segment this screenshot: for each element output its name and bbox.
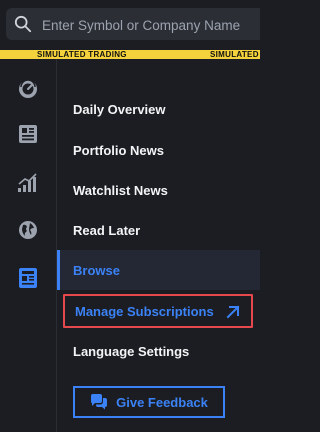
news-menu: Daily Overview Portfolio News Watchlist … [57, 59, 260, 432]
simulated-trading-banner: SIMULATED TRADING SIMULATED [0, 50, 260, 59]
menu-item-read-later[interactable]: Read Later [57, 212, 260, 248]
menu-item-label: Browse [73, 262, 120, 278]
search-icon [14, 15, 32, 33]
newspaper-icon[interactable] [16, 266, 40, 290]
menu-item-label: Manage Subscriptions [75, 303, 214, 319]
menu-item-portfolio-news[interactable]: Portfolio News [57, 132, 260, 168]
search-input[interactable] [40, 8, 264, 42]
menu-item-label: Watchlist News [73, 182, 168, 198]
menu-item-manage-subscriptions[interactable]: Manage Subscriptions [63, 294, 253, 328]
menu-item-label: Read Later [73, 222, 141, 238]
menu-item-label: Daily Overview [73, 101, 166, 117]
globe-icon[interactable] [16, 218, 40, 242]
search-box[interactable] [6, 8, 264, 42]
give-feedback-label: Give Feedback [116, 394, 208, 410]
menu-item-label: Portfolio News [73, 142, 165, 158]
search-bar [0, 0, 264, 46]
external-link-arrow-icon [226, 305, 240, 319]
left-nav-rail [0, 59, 57, 432]
news-card-icon[interactable] [16, 122, 40, 146]
menu-item-browse[interactable]: Browse [57, 250, 260, 290]
menu-item-label: Language Settings [73, 343, 190, 359]
menu-item-language-settings[interactable]: Language Settings [57, 333, 260, 369]
give-feedback-button[interactable]: Give Feedback [73, 386, 225, 418]
simulated-trading-label: SIMULATED TRADING [37, 50, 127, 59]
menu-item-daily-overview[interactable]: Daily Overview [57, 91, 260, 127]
dashboard-gauge-icon[interactable] [16, 77, 40, 101]
chat-bubbles-icon [91, 394, 108, 410]
news-menu-panel: SIMULATED TRADING SIMULATED [0, 0, 264, 432]
bar-chart-icon[interactable] [16, 171, 40, 195]
simulated-trading-label-repeat: SIMULATED [210, 50, 259, 59]
menu-item-watchlist-news[interactable]: Watchlist News [57, 172, 260, 208]
